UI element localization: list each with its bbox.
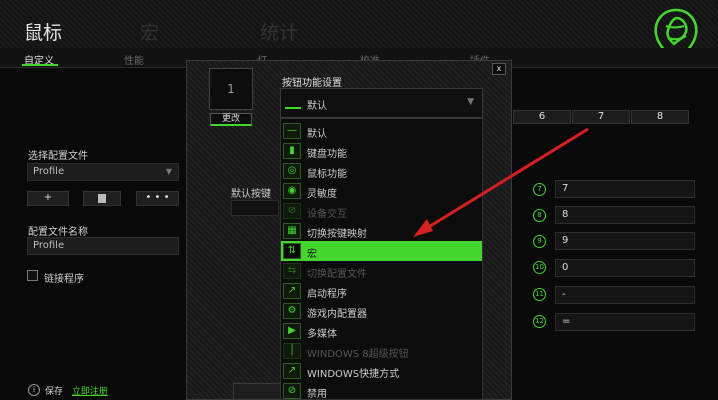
function-select-value: 默认 [307,101,327,112]
dropdown-item-sensitivity[interactable]: ◉ 灵敏度 [281,181,482,201]
button-badge-12: 12 [533,315,546,328]
dropdown-item-in-game-config[interactable]: ⚙ 游戏内配置器 [281,301,482,321]
windows-shortcut-icon: ↗ [283,363,301,379]
profile-select-label: 选择配置文件 [28,151,88,162]
footer-text: 保存 立即注册 [45,384,108,397]
button-mapping-10[interactable]: 0 [555,259,695,277]
dropdown-item-label: 键盘功能 [307,149,347,160]
macro-icon: ⇅ [283,243,301,259]
button-mapping-9[interactable]: 9 [555,232,695,250]
profile-switch-icon: ⇆ [283,263,301,279]
link-program-checkbox[interactable] [27,270,38,281]
dropdown-item-label: WINDOWS快捷方式 [307,369,400,380]
dropdown-item-multimedia[interactable]: ▶ 多媒体 [281,321,482,341]
dropdown-item-windows8-charms: ┃ WINDOWS 8超级按钮 [281,341,482,361]
function-dropdown-list: — 默认 ▮ 键盘功能 ◎ 鼠标功能 ◉ 灵敏度 ⊘ 设备交互 ▦ 切换按键映射… [280,118,483,400]
function-select[interactable]: 默认 ▼ [280,88,483,118]
dropdown-item-label: 禁用 [307,389,327,400]
dropdown-item-disable[interactable]: ⊘ 禁用 [281,381,482,400]
number-tab-8[interactable]: 8 [631,110,689,124]
tab-mouse[interactable]: 鼠标 [24,18,62,45]
dialog-title: 按钮功能设置 [282,78,342,89]
dropdown-item-label: 设备交互 [307,209,347,220]
add-profile-button[interactable]: + [27,191,69,206]
link-program-label: 链接程序 [44,274,84,285]
chevron-down-icon: ▼ [467,97,474,107]
dropdown-item-device-interaction: ⊘ 设备交互 [281,201,482,221]
keymap-toggle-icon: ▦ [283,223,301,239]
more-options-button[interactable]: • • • [136,191,179,206]
key-number-box: 1 [209,68,253,110]
sensitivity-icon: ◉ [283,183,301,199]
windows8-charms-icon: ┃ [283,343,301,359]
profile-toggle-button[interactable] [83,191,121,206]
dropdown-item-label: WINDOWS 8超级按钮 [307,349,409,360]
dropdown-item-label: 默认 [307,129,327,140]
profile-name-label: 配置文件名称 [28,227,88,238]
disable-icon: ⊘ [283,383,301,399]
multimedia-icon: ▶ [283,323,301,339]
dropdown-item-mouse[interactable]: ◎ 鼠标功能 [281,161,482,181]
button-badge-9: 9 [533,235,546,248]
dropdown-item-launch-program[interactable]: ↗ 启动程序 [281,281,482,301]
dropdown-item-label: 灵敏度 [307,189,337,200]
toggle-icon [98,194,106,203]
number-tab-7[interactable]: 7 [572,110,630,124]
dropdown-item-macro[interactable]: ⇅ 宏 [281,241,482,261]
default-key-label: 默认按键 [231,189,271,200]
tab-macro[interactable]: 宏 [140,18,159,45]
keyboard-icon: ▮ [283,143,301,159]
default-icon [285,95,301,109]
profile-select[interactable]: Profile ▼ [27,163,179,181]
device-interaction-icon: ⊘ [283,203,301,219]
dropdown-item-profile-switch: ⇆ 切换配置文件 [281,261,482,281]
dropdown-item-label: 多媒体 [307,329,337,340]
button-badge-10: 10 [533,261,546,274]
dropdown-item-label: 鼠标功能 [307,169,347,180]
in-game-config-icon: ⚙ [283,303,301,319]
dropdown-item-label: 切换配置文件 [307,269,367,280]
dropdown-item-windows-shortcut[interactable]: ↗ WINDOWS快捷方式 [281,361,482,381]
launch-program-icon: ↗ [283,283,301,299]
button-mapping-12[interactable]: = [555,313,695,331]
button-badge-7: 7 [533,183,546,196]
number-tab-6[interactable]: 6 [513,110,571,124]
save-text: 保存 [45,387,64,397]
change-button[interactable]: 更改 [210,113,252,126]
profile-select-value: Profile [33,166,65,177]
register-link[interactable]: 立即注册 [72,387,108,397]
dropdown-item-label: 宏 [307,249,317,260]
button-mapping-8[interactable]: 8 [555,206,695,224]
dropdown-item-label: 切换按键映射 [307,229,367,240]
button-mapping-7[interactable]: 7 [555,180,695,198]
button-badge-11: 11 [533,288,546,301]
button-badge-8: 8 [533,209,546,222]
profile-name-field[interactable]: Profile [27,237,179,255]
active-tab-indicator [22,64,58,66]
close-button[interactable]: x [492,63,506,75]
dropdown-item-label: 游戏内配置器 [307,309,367,320]
button-mapping-11[interactable]: - [555,286,695,304]
default-key-field [231,200,279,216]
mouse-icon: ◎ [283,163,301,179]
info-icon: i [28,384,40,396]
top-navigation-bar: 鼠标 宏 统计 [0,0,718,62]
tab-stats[interactable]: 统计 [260,18,298,45]
dropdown-item-keyboard[interactable]: ▮ 键盘功能 [281,141,482,161]
chevron-down-icon: ▼ [165,167,172,176]
dropdown-item-keymap-toggle[interactable]: ▦ 切换按键映射 [281,221,482,241]
dropdown-item-label: 启动程序 [307,289,347,300]
default-icon: — [283,123,301,139]
dropdown-item-default[interactable]: — 默认 [281,121,482,141]
subtab-performance[interactable]: 性能 [124,52,144,67]
